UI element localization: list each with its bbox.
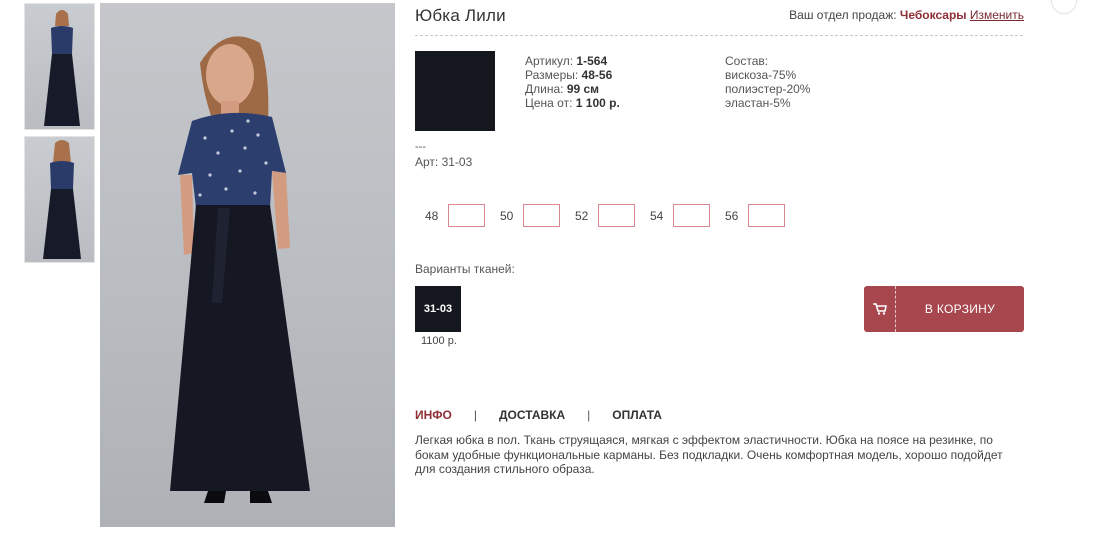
tab-info[interactable]: ИНФО [415, 408, 452, 422]
fabric-variants-label: Варианты тканей: [415, 262, 515, 276]
tab-payment[interactable]: ОПЛАТА [612, 408, 662, 422]
info-tabs: ИНФО | ДОСТАВКА | ОПЛАТА [415, 408, 662, 422]
change-city-link[interactable]: Изменить [970, 8, 1024, 22]
spec-article: Артикул: 1-564 [525, 54, 608, 68]
product-specs: Артикул: 1-564 Размеры: 48-56 Длина: 99 … [525, 54, 620, 110]
corner-button[interactable] [1051, 0, 1077, 14]
add-to-cart-button[interactable]: В КОРЗИНУ [864, 286, 1024, 332]
cart-icon [864, 286, 896, 332]
size-option: 52 [575, 204, 635, 227]
model-photo-icon [170, 36, 310, 503]
product-description: Легкая юбка в пол. Ткань струящаяся, мяг… [415, 433, 1003, 476]
size-quantity-input[interactable] [673, 204, 710, 227]
tab-delivery[interactable]: ДОСТАВКА [499, 408, 565, 422]
tab-separator: | [587, 408, 591, 422]
size-quantity-input[interactable] [748, 204, 785, 227]
fabric-swatch [415, 51, 495, 131]
size-label: 48 [425, 208, 439, 223]
header-divider [415, 35, 1023, 36]
size-label: 54 [650, 208, 664, 223]
size-quantity-row: 48 50 52 54 56 [425, 204, 800, 227]
sales-department: Ваш отдел продаж: Чебоксары Изменить [789, 8, 1024, 22]
size-quantity-input[interactable] [598, 204, 635, 227]
fabric-variant-price: 1100 р. [421, 335, 457, 347]
spec-sizes: Размеры: 48-56 [525, 68, 613, 82]
add-to-cart-label: В КОРЗИНУ [924, 302, 996, 316]
product-main-image[interactable] [100, 3, 395, 527]
size-option: 56 [725, 204, 785, 227]
size-label: 50 [500, 208, 514, 223]
product-composition: Состав: вискоза-75% полиэстер-20% эласта… [725, 54, 810, 110]
size-option: 50 [500, 204, 560, 227]
sales-dept-label: Ваш отдел продаж: [789, 8, 897, 22]
composition-item: полиэстер-20% [725, 82, 811, 96]
composition-item: вискоза-75% [725, 68, 797, 82]
size-label: 56 [725, 208, 739, 223]
product-title: Юбка Лили [415, 6, 506, 25]
product-thumbnail-back[interactable] [24, 136, 95, 263]
art-code: Арт: 31-03 [415, 155, 473, 169]
tab-separator: | [473, 408, 477, 422]
sales-dept-city: Чебоксары [899, 8, 967, 22]
size-option: 54 [650, 204, 710, 227]
composition-label: Состав: [725, 54, 769, 68]
spec-price: Цена от: 1 100 р. [525, 96, 620, 110]
model-photo-icon [44, 10, 80, 126]
size-quantity-input[interactable] [448, 204, 485, 227]
size-quantity-input[interactable] [523, 204, 560, 227]
size-option: 48 [425, 204, 485, 227]
spec-length: Длина: 99 см [525, 82, 600, 96]
size-label: 52 [575, 208, 589, 223]
model-photo-icon [43, 140, 81, 259]
composition-item: эластан-5% [725, 96, 791, 110]
product-thumbnail-front[interactable] [24, 3, 95, 130]
fabric-variant-31-03[interactable]: 31-03 [415, 286, 461, 332]
dash-text: --- [415, 141, 426, 153]
